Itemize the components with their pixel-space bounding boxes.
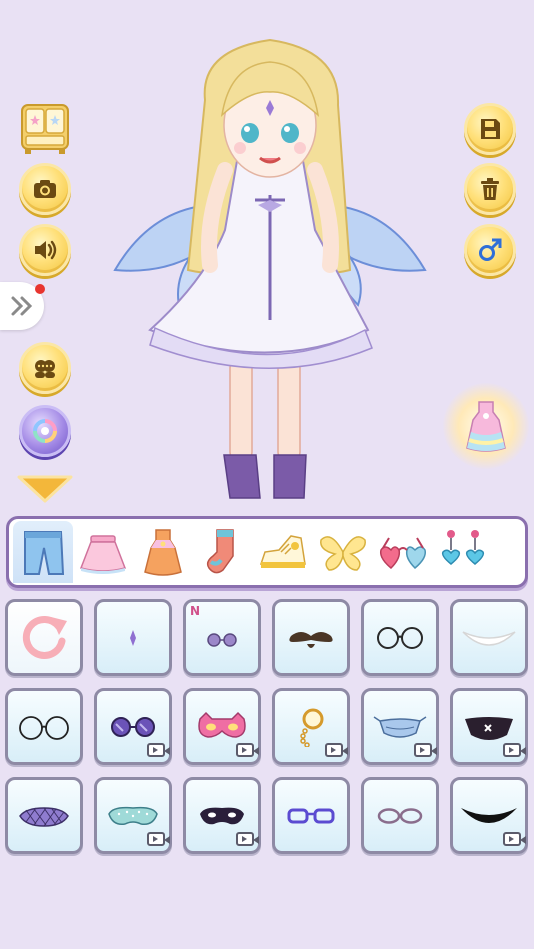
item-green-eye-mask[interactable]	[94, 777, 172, 854]
video-ad-icon	[147, 743, 170, 757]
heart-glasses-icon	[379, 537, 427, 570]
blue-glasses-icon	[287, 808, 335, 823]
cat-mask-icon	[198, 711, 246, 738]
purple-sunglasses-icon	[111, 716, 155, 737]
item-sunglasses-small[interactable]: N	[183, 599, 261, 676]
wings-icon	[320, 536, 366, 571]
sound-button[interactable]	[19, 224, 71, 276]
item-monocle[interactable]	[272, 688, 350, 765]
item-purple-sunglasses[interactable]	[94, 688, 172, 765]
delete-button[interactable]	[464, 163, 516, 215]
notification-dot	[35, 284, 45, 294]
category-socks[interactable]	[193, 521, 253, 583]
item-black-smile-mask[interactable]	[450, 777, 528, 854]
speaker-icon	[35, 240, 57, 260]
item-mustache[interactable]	[272, 599, 350, 676]
wardrobe-icon	[21, 104, 69, 154]
category-bar	[6, 516, 528, 588]
video-ad-icon	[147, 832, 170, 846]
swirl-icon	[33, 419, 57, 443]
category-wings[interactable]	[313, 521, 373, 583]
item-face-mask[interactable]	[361, 688, 439, 765]
video-ad-icon	[414, 743, 437, 757]
lace-mask-icon	[19, 806, 69, 827]
earrings-icon	[441, 530, 485, 565]
male-symbol-icon	[479, 238, 502, 261]
save-button[interactable]	[464, 103, 516, 155]
item-sleep-mask[interactable]	[183, 777, 261, 854]
black-smile-mask-icon	[461, 807, 517, 823]
category-pants[interactable]	[13, 521, 73, 583]
dress-icon	[144, 529, 182, 576]
smile-mask-icon	[462, 630, 516, 646]
category-shoes[interactable]	[253, 521, 313, 583]
item-blue-glasses[interactable]	[272, 777, 350, 854]
swirl-button[interactable]	[19, 405, 71, 457]
face-mask-icon	[373, 715, 427, 738]
thin-glasses-icon	[19, 715, 69, 740]
faces-icon	[35, 360, 55, 378]
monocle-icon	[300, 708, 324, 747]
video-ad-icon	[236, 832, 259, 846]
chevron-down-icon	[17, 475, 73, 503]
sock-icon	[206, 529, 234, 574]
sleep-mask-icon	[200, 807, 244, 824]
save-icon	[481, 119, 500, 139]
item-round-glasses[interactable]	[361, 599, 439, 676]
item-cat-mask[interactable]	[183, 688, 261, 765]
item-reset[interactable]	[5, 599, 83, 676]
item-thin-glasses[interactable]	[5, 688, 83, 765]
sneaker-icon	[259, 535, 306, 568]
item-pink-glasses[interactable]	[361, 777, 439, 854]
category-dress[interactable]	[133, 521, 193, 583]
pants-icon	[24, 531, 65, 575]
item-grid: N	[5, 599, 529, 854]
character-doll	[110, 30, 430, 505]
green-eye-mask-icon	[108, 806, 158, 825]
item-black-mask[interactable]	[450, 688, 528, 765]
dress-suggest-button[interactable]	[443, 383, 529, 469]
expand-arrows-icon	[11, 296, 33, 316]
item-lace-mask[interactable]	[5, 777, 83, 854]
trash-icon	[481, 178, 499, 200]
item-gem[interactable]	[94, 599, 172, 676]
camera-button[interactable]	[19, 163, 71, 215]
reset-icon	[22, 615, 67, 659]
pink-glasses-icon	[377, 807, 423, 824]
round-glasses-icon	[377, 626, 423, 649]
mustache-icon	[289, 631, 333, 648]
camera-icon	[34, 180, 56, 198]
category-glasses[interactable]	[373, 521, 433, 583]
video-ad-icon	[325, 743, 348, 757]
video-ad-icon	[503, 832, 526, 846]
item-smile-mask[interactable]	[450, 599, 528, 676]
skirt-icon	[80, 535, 126, 574]
gender-button[interactable]	[464, 224, 516, 276]
scroll-down-button[interactable]	[16, 474, 74, 504]
sunglasses-small-icon	[207, 632, 237, 647]
category-earrings[interactable]	[433, 521, 493, 583]
video-ad-icon	[236, 743, 259, 757]
black-mask-icon	[465, 716, 513, 740]
category-skirt[interactable]	[73, 521, 133, 583]
faces-button[interactable]	[19, 342, 71, 394]
gem-icon	[130, 629, 136, 646]
video-ad-icon	[503, 743, 526, 757]
wardrobe-button[interactable]	[19, 103, 71, 155]
dress-suggest-icon	[466, 401, 506, 452]
new-badge: N	[190, 604, 201, 618]
